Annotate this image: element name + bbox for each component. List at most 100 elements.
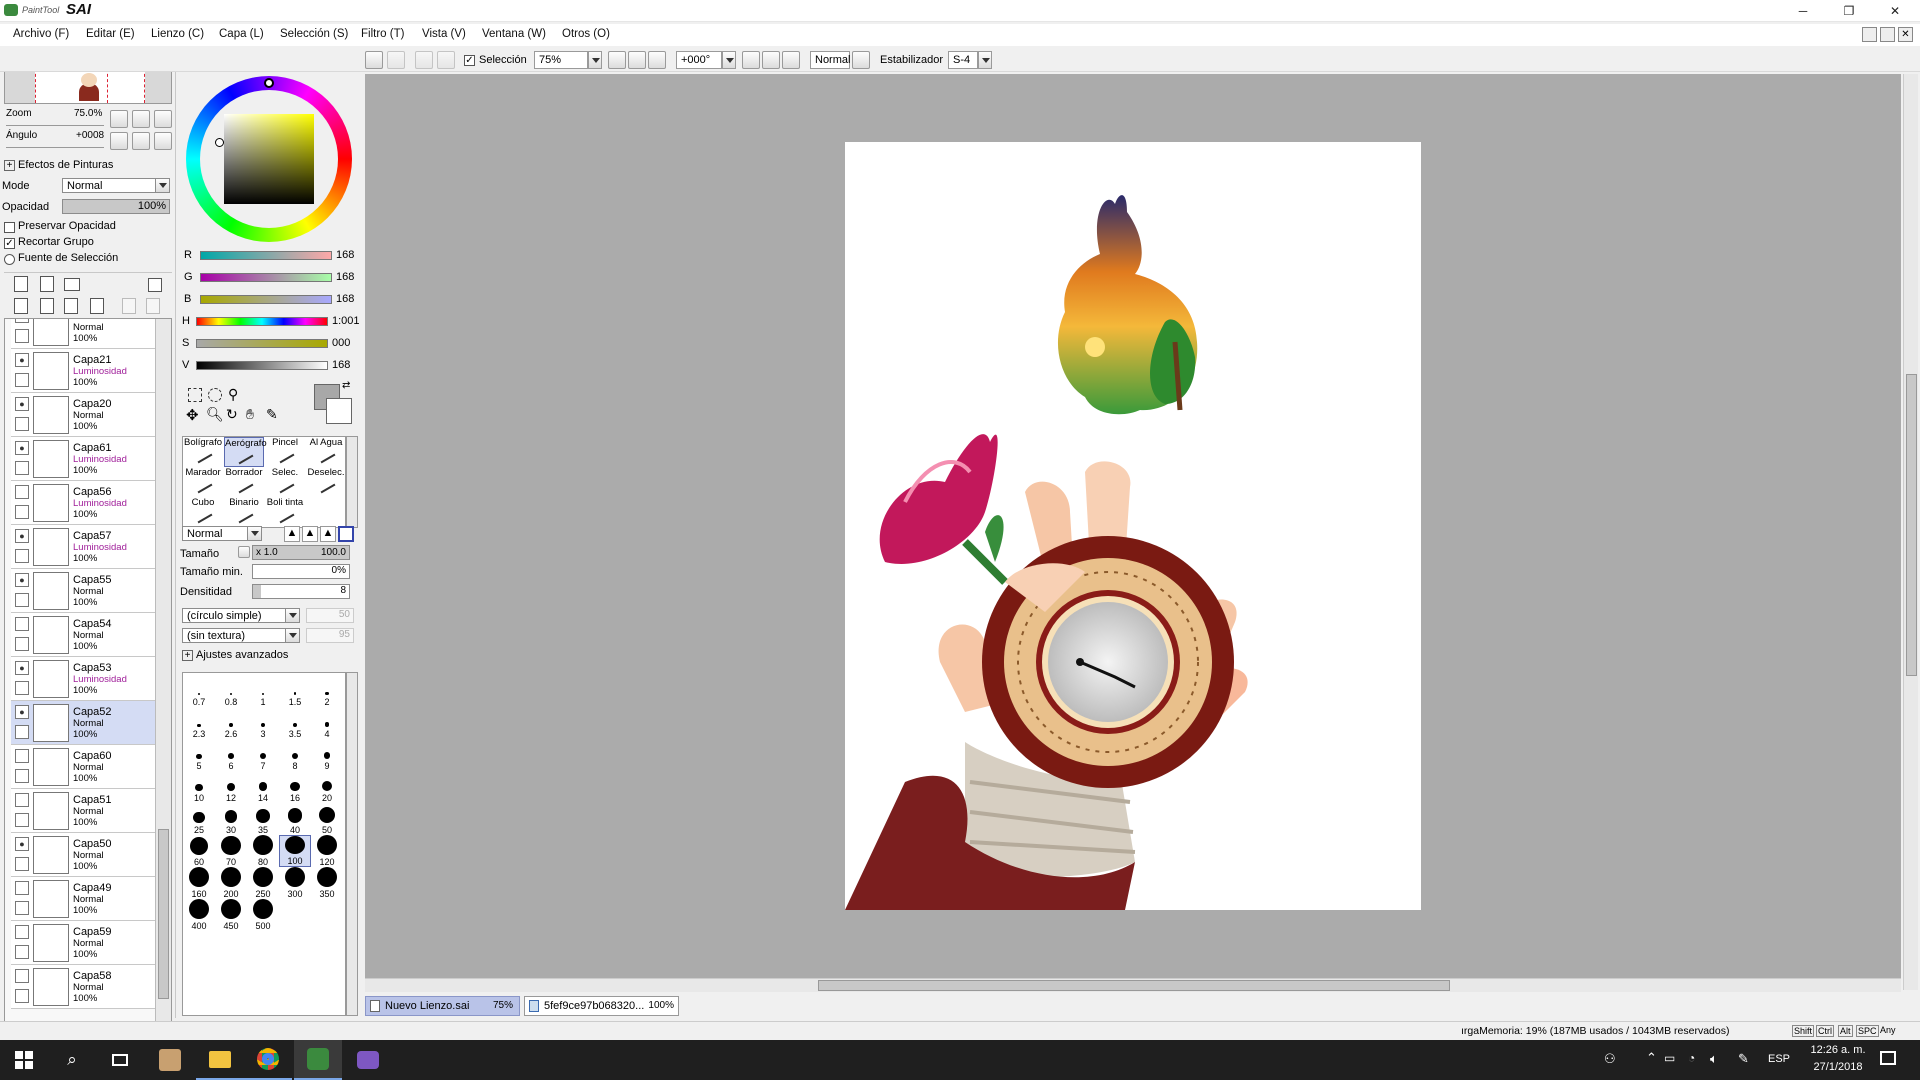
layer-row[interactable]: Capa58 Normal 100% <box>11 965 159 1009</box>
rect-select-icon[interactable] <box>188 388 202 402</box>
brush-size-preset[interactable]: 120 <box>311 835 343 867</box>
density-slider[interactable]: 8 <box>252 584 350 599</box>
brush-size-preset[interactable]: 0.7 <box>183 675 215 707</box>
menu-lienzo[interactable]: Lienzo (C) <box>151 28 204 40</box>
flip-mode-field[interactable]: Normal <box>810 51 850 69</box>
clock-time[interactable]: 12:26 a. m. <box>1806 1044 1870 1056</box>
visibility-toggle[interactable] <box>15 969 29 983</box>
undo-button[interactable] <box>365 51 383 69</box>
brush-size-preset[interactable]: 20 <box>311 771 343 803</box>
clip-group-checkbox[interactable]: ✓ <box>4 238 15 249</box>
mdi-close-button[interactable]: ✕ <box>1898 27 1913 42</box>
minimize-button[interactable]: ─ <box>1780 0 1826 22</box>
menu-editar[interactable]: Editar (E) <box>86 28 135 40</box>
layer-row[interactable]: ● Capa61 Luminosidad 100% <box>11 437 159 481</box>
brush-texture-dropdown[interactable]: (sin textura) <box>182 628 300 643</box>
mdi-restore-button[interactable] <box>1880 27 1895 42</box>
invert-selection-button[interactable] <box>437 51 455 69</box>
layer-row[interactable]: Capa59 Normal 100% <box>11 921 159 965</box>
search-icon[interactable]: ⌕ <box>48 1040 96 1080</box>
brush-size-preset[interactable]: 2 <box>311 675 343 707</box>
tool-button[interactable]: Aerógrafo <box>224 437 267 467</box>
expand-advanced-icon[interactable]: + <box>182 650 193 661</box>
visibility-toggle[interactable] <box>15 793 29 807</box>
deselect-button[interactable] <box>415 51 433 69</box>
move-icon[interactable]: ✥ <box>186 406 199 424</box>
lock-toggle[interactable] <box>15 769 29 783</box>
angle-slider[interactable] <box>6 142 104 148</box>
brush-size-preset[interactable]: 40 <box>279 803 311 835</box>
lock-toggle[interactable] <box>15 989 29 1003</box>
delete-layer-icon[interactable] <box>90 298 104 314</box>
lock-toggle[interactable] <box>15 637 29 651</box>
brush-shape-flat-icon[interactable] <box>338 526 354 542</box>
lock-toggle[interactable] <box>15 505 29 519</box>
opacity-slider[interactable]: 100% <box>62 199 170 214</box>
g-slider[interactable] <box>200 273 332 282</box>
language-indicator[interactable]: ESP <box>1768 1053 1790 1065</box>
menu-archivo[interactable]: Archivo (F) <box>13 28 69 40</box>
angle-field[interactable]: +000° <box>676 51 722 69</box>
rotate-tool-icon[interactable]: ↻ <box>226 406 238 423</box>
pen-icon[interactable]: ✎ <box>1738 1051 1749 1067</box>
tool-button[interactable]: Boli tinta <box>265 497 305 527</box>
brush-size-preset[interactable]: 70 <box>215 835 247 867</box>
menu-ventana[interactable]: Ventana (W) <box>482 28 546 40</box>
horizontal-scrollbar[interactable] <box>365 978 1901 992</box>
visibility-toggle[interactable] <box>15 617 29 631</box>
visibility-toggle[interactable]: ● <box>15 397 29 411</box>
rotate-reset-toolbar-button[interactable] <box>782 51 800 69</box>
brush-size-scrollbar[interactable] <box>346 672 358 1016</box>
brush-size-preset[interactable]: 10 <box>183 771 215 803</box>
layer-mask-icon[interactable] <box>148 278 162 292</box>
brush-shape-sharp-icon[interactable]: ▲ <box>284 526 300 542</box>
lock-toggle[interactable] <box>15 593 29 607</box>
menu-seleccion[interactable]: Selección (S) <box>280 28 348 40</box>
visibility-toggle[interactable]: ● <box>15 705 29 719</box>
lock-toggle[interactable] <box>15 901 29 915</box>
h-slider[interactable] <box>196 317 328 326</box>
expand-icon[interactable]: + <box>4 160 15 171</box>
brush-size-preset[interactable]: 25 <box>183 803 215 835</box>
layer-scrollbar[interactable] <box>155 319 171 1059</box>
brush-size-preset[interactable]: 500 <box>247 899 279 931</box>
brush-shape-round-icon[interactable]: ▲ <box>320 526 336 542</box>
brush-size-preset[interactable]: 0.8 <box>215 675 247 707</box>
swap-colors-icon[interactable]: ⇄ <box>342 380 350 391</box>
visibility-toggle[interactable] <box>15 881 29 895</box>
hand-tool-icon[interactable]: ✋︎ <box>246 406 254 423</box>
tool-button[interactable]: Cubo <box>183 497 223 527</box>
chrome-icon[interactable] <box>244 1040 292 1080</box>
size-multiplier-button[interactable] <box>238 546 250 558</box>
menu-capa[interactable]: Capa (L) <box>219 28 264 40</box>
tab-nuevo-lienzo[interactable]: Nuevo Lienzo.sai 75% <box>365 996 520 1016</box>
brush-size-preset[interactable]: 1.5 <box>279 675 311 707</box>
visibility-toggle[interactable]: ● <box>15 661 29 675</box>
color-wheel[interactable] <box>186 76 352 242</box>
rotate-cw-button[interactable] <box>762 51 780 69</box>
selection-source-radio[interactable] <box>4 254 15 265</box>
visibility-toggle[interactable]: ● <box>15 529 29 543</box>
layer-row[interactable]: Capa51 Normal 100% <box>11 789 159 833</box>
vertical-scrollbar[interactable] <box>1903 74 1918 990</box>
zoom-plus-button[interactable] <box>628 51 646 69</box>
magic-wand-icon[interactable]: ⚲ <box>228 386 238 403</box>
layer-row[interactable]: ● Capa50 Normal 100% <box>11 833 159 877</box>
clock-date[interactable]: 27/1/2018 <box>1806 1061 1870 1073</box>
brush-size-preset[interactable]: 1 <box>247 675 279 707</box>
tool-button[interactable]: Al Agua <box>306 437 346 467</box>
sv-cursor[interactable] <box>215 138 224 147</box>
size-slider[interactable]: x 1.0 100.0 <box>252 545 350 560</box>
brush-size-preset[interactable]: 100 <box>279 835 311 867</box>
tool-button[interactable]: Marador <box>183 467 223 497</box>
brush-size-preset[interactable]: 6 <box>215 739 247 771</box>
new-linework-layer-icon[interactable] <box>40 276 54 292</box>
visibility-toggle[interactable] <box>15 749 29 763</box>
brush-size-preset[interactable]: 2.6 <box>215 707 247 739</box>
lock-toggle[interactable] <box>15 681 29 695</box>
notification-icon[interactable] <box>1880 1051 1896 1065</box>
brush-size-preset[interactable]: 12 <box>215 771 247 803</box>
zoom-minus-button[interactable] <box>608 51 626 69</box>
visibility-toggle[interactable] <box>15 319 29 323</box>
brush-size-preset[interactable]: 2.3 <box>183 707 215 739</box>
